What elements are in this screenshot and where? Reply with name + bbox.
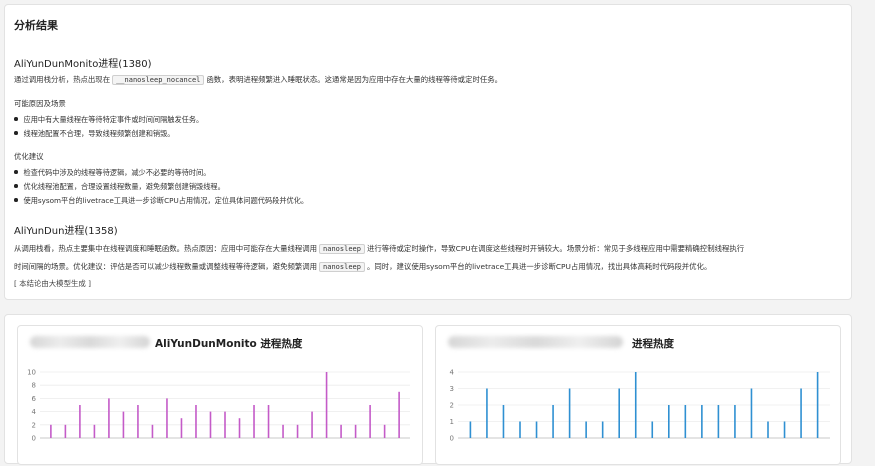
bar[interactable] xyxy=(354,424,357,438)
chart-card-aliyundun: 进程热度 01234 xyxy=(435,325,841,465)
suggest-item: 检查代码中涉及的线程等待逻辑，减少不必要的等待时间。 xyxy=(14,168,210,178)
bar[interactable] xyxy=(552,405,554,438)
y-tick-label: 1 xyxy=(450,418,454,426)
section-1358-line1: 从调用栈看，热点主要集中在线程调度和睡眠函数。热点原因：应用中可能存在大量线程调… xyxy=(14,242,744,256)
suggest-text: 优化线程池配置，合理设置线程数量，避免频繁创建销毁线程。 xyxy=(23,182,225,191)
intro-text-post: 函数，表明进程频繁进入睡眠状态。这通常是因为应用中存在大量的线程等待或定时任务。 xyxy=(206,75,503,84)
analysis-result-card: 分析结果 AliYunDunMonito进程(1380) 通过调用栈分析，热点出… xyxy=(4,4,852,300)
bar[interactable] xyxy=(238,418,241,438)
bar[interactable] xyxy=(122,411,125,438)
y-tick-label: 2 xyxy=(450,402,454,410)
line1-text-pre: 从调用栈看，热点主要集中在线程调度和睡眠函数。热点原因：应用中可能存在大量线程调… xyxy=(14,244,318,253)
cause-text: 应用中有大量线程在等待特定事件或时间间隔触发任务。 xyxy=(23,115,204,124)
bar[interactable] xyxy=(267,405,270,438)
bar[interactable] xyxy=(209,411,212,438)
bar[interactable] xyxy=(325,372,328,438)
bar[interactable] xyxy=(383,424,386,438)
bar[interactable] xyxy=(800,388,802,439)
cause-item: 线程池配置不合理，导致线程频繁创建和销毁。 xyxy=(14,129,174,139)
bar[interactable] xyxy=(618,388,620,439)
bullet-dot-icon xyxy=(14,117,18,121)
chart-monito-svg: 0 2 4 6 8 10 xyxy=(27,369,410,443)
bar[interactable] xyxy=(717,405,720,438)
chart-aliyundun-svg: 0 1 2 3 4 xyxy=(450,369,830,443)
section-1358-line2: 时间间隔的场景。优化建议：评估是否可以减少线程数量或调整线程等待逻辑，避免频繁调… xyxy=(14,260,711,274)
bar[interactable] xyxy=(151,424,154,438)
bar[interactable] xyxy=(634,372,637,438)
y-tick-label: 4 xyxy=(32,408,37,416)
suggest-item: 使用sysom平台的livetrace工具进一步诊断CPU占用情况，定位具体问题… xyxy=(14,196,308,206)
bar[interactable] xyxy=(108,398,110,438)
causes-title: 可能原因及场景 xyxy=(14,99,66,108)
y-tick-label: 3 xyxy=(450,385,454,393)
bar[interactable] xyxy=(519,421,521,439)
bar[interactable] xyxy=(50,424,52,438)
ai-generated-note: [ 本结论由大模型生成 ] xyxy=(14,279,91,288)
intro-text-pre: 通过调用栈分析，热点出现在 xyxy=(14,75,111,84)
bar[interactable] xyxy=(651,421,654,439)
bullet-dot-icon xyxy=(14,198,18,202)
y-tick-label: 2 xyxy=(32,421,36,429)
bar[interactable] xyxy=(469,421,472,439)
bar[interactable] xyxy=(398,391,400,438)
line1-text-post: 进行等待或定时操作，导致CPU在调度这些线程时开销较大。场景分析：常见于多线程应… xyxy=(366,244,745,253)
bar[interactable] xyxy=(137,405,139,438)
section-1380-intro: 通过调用栈分析，热点出现在 __nanosleep_nocancel 函数，表明进程… xyxy=(14,73,502,87)
bar[interactable] xyxy=(282,424,284,438)
bar[interactable] xyxy=(253,405,255,438)
bar[interactable] xyxy=(601,421,604,439)
cause-item: 应用中有大量线程在等待特定事件或时间间隔触发任务。 xyxy=(14,115,203,125)
bar[interactable] xyxy=(195,405,197,438)
bar[interactable] xyxy=(79,405,81,438)
bar[interactable] xyxy=(767,421,769,439)
bar[interactable] xyxy=(535,421,538,439)
bar[interactable] xyxy=(296,424,299,438)
bar[interactable] xyxy=(701,405,703,438)
bar[interactable] xyxy=(734,405,736,438)
suggest-title: 优化建议 xyxy=(14,152,44,161)
code-nanosleep: nanosleep xyxy=(319,262,365,272)
bullet-dot-icon xyxy=(14,170,18,174)
bar[interactable] xyxy=(166,398,168,438)
bar[interactable] xyxy=(224,411,226,438)
bar[interactable] xyxy=(180,418,183,438)
panel-title: 分析结果 xyxy=(14,19,58,32)
bar[interactable] xyxy=(783,421,786,439)
y-tick-label: 0 xyxy=(32,435,36,443)
bullet-dot-icon xyxy=(14,131,18,135)
y-tick-label: 0 xyxy=(450,435,454,443)
line2-text-post: 。同时，建议使用sysom平台的livetrace工具进一步诊断CPU占用情况，… xyxy=(366,262,712,271)
bar[interactable] xyxy=(502,405,505,438)
bar[interactable] xyxy=(369,405,371,438)
y-tick-label: 6 xyxy=(32,395,37,403)
bar[interactable] xyxy=(668,405,670,438)
bar[interactable] xyxy=(93,424,96,438)
bar[interactable] xyxy=(585,421,587,439)
suggest-text: 检查代码中涉及的线程等待逻辑，减少不必要的等待时间。 xyxy=(23,168,211,177)
cause-text: 线程池配置不合理，导致线程频繁创建和销毁。 xyxy=(23,129,175,138)
bar[interactable] xyxy=(750,388,753,439)
suggest-item: 优化线程池配置，合理设置线程数量，避免频繁创建销毁线程。 xyxy=(14,182,225,192)
y-tick-label: 10 xyxy=(27,369,36,377)
bar[interactable] xyxy=(340,424,342,438)
bar[interactable] xyxy=(568,388,571,439)
bar[interactable] xyxy=(64,424,67,438)
bar[interactable] xyxy=(816,372,819,438)
line2-text-pre: 时间间隔的场景。优化建议：评估是否可以减少线程数量或调整线程等待逻辑，避免频繁调… xyxy=(14,262,318,271)
bar[interactable] xyxy=(684,405,687,438)
y-tick-label: 8 xyxy=(32,382,36,390)
bullet-dot-icon xyxy=(14,184,18,188)
bar[interactable] xyxy=(486,388,488,439)
suggest-text: 使用sysom平台的livetrace工具进一步诊断CPU占用情况，定位具体问题… xyxy=(23,196,309,205)
section-heading-1358: AliYunDun进程(1358) xyxy=(14,226,118,237)
section-heading-1380: AliYunDunMonito进程(1380) xyxy=(14,59,152,70)
y-tick-label: 4 xyxy=(450,369,455,377)
code-nanosleep: nanosleep xyxy=(319,244,365,254)
bar[interactable] xyxy=(311,411,313,438)
chart-card-monito: AliYunDunMonito 进程热度 0 2 4 6 8 10 xyxy=(17,325,423,465)
code-nanosleep-nocancel: __nanosleep_nocancel xyxy=(112,75,205,85)
